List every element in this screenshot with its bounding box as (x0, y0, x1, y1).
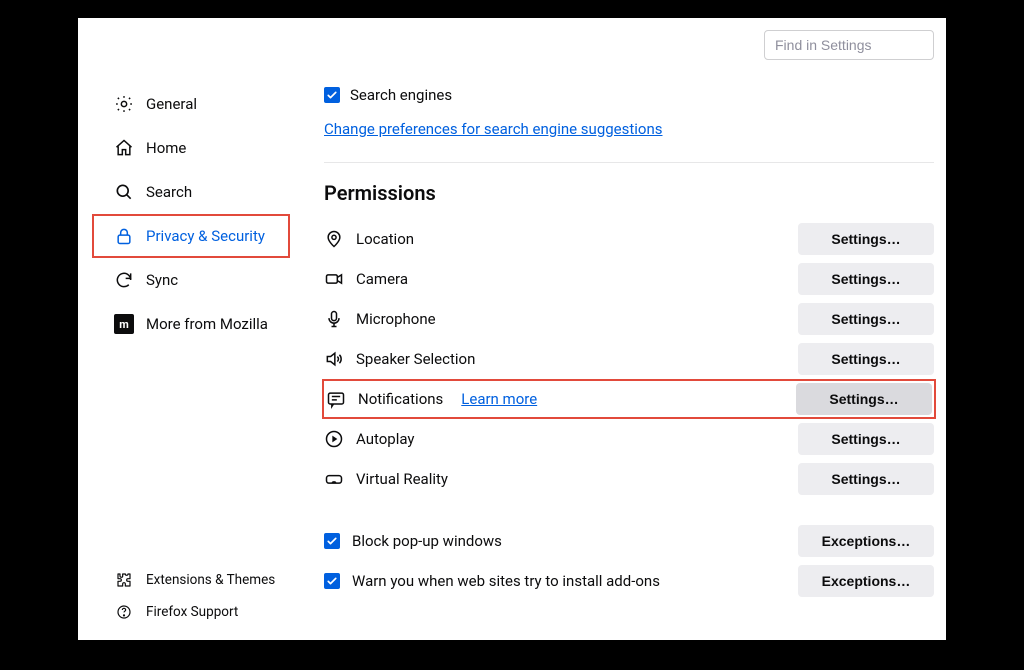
vr-icon (324, 469, 344, 489)
warn-install-label: Warn you when web sites try to install a… (352, 572, 660, 590)
sidebar-item-general[interactable]: General (78, 82, 302, 126)
permission-label: Camera (356, 270, 408, 288)
sidebar-item-label: Firefox Support (146, 604, 238, 620)
permissions-list: Location Settings… Camera Settings… (324, 219, 934, 601)
location-icon (324, 229, 344, 249)
permission-speaker: Speaker Selection Settings… (324, 339, 934, 379)
camera-settings-button[interactable]: Settings… (798, 263, 934, 295)
main-content: Search engines Change preferences for se… (302, 64, 946, 640)
permission-vr: Virtual Reality Settings… (324, 459, 934, 499)
sidebar-item-sync[interactable]: Sync (78, 258, 302, 302)
mozilla-icon: m (114, 314, 134, 334)
sidebar-list: General Home Sea (78, 82, 302, 556)
sidebar-item-label: Privacy & Security (146, 227, 265, 245)
permission-microphone: Microphone Settings… (324, 299, 934, 339)
permission-label: Microphone (356, 310, 436, 328)
speaker-icon (324, 349, 344, 369)
warn-install-row: Warn you when web sites try to install a… (324, 561, 934, 601)
help-icon (114, 602, 134, 622)
permission-label: Autoplay (356, 430, 415, 448)
permission-label: Virtual Reality (356, 470, 448, 488)
permission-autoplay: Autoplay Settings… (324, 419, 934, 459)
notifications-learn-more-link[interactable]: Learn more (461, 390, 537, 408)
search-engines-row: Search engines (324, 86, 934, 104)
notifications-icon (326, 389, 346, 409)
svg-text:m: m (119, 318, 129, 331)
sidebar-item-support[interactable]: Firefox Support (78, 596, 302, 628)
sidebar-item-label: Search (146, 183, 192, 201)
permission-location: Location Settings… (324, 219, 934, 259)
sidebar-item-label: Sync (146, 271, 178, 289)
block-popups-row: Block pop-up windows Exceptions… (324, 521, 934, 561)
notifications-settings-button[interactable]: Settings… (796, 383, 932, 415)
camera-icon (324, 269, 344, 289)
top-bar (78, 18, 946, 64)
lock-icon (114, 226, 134, 246)
search-input[interactable] (764, 30, 934, 60)
warn-install-exceptions-button[interactable]: Exceptions… (798, 565, 934, 597)
microphone-icon (324, 309, 344, 329)
search-engines-label: Search engines (350, 86, 452, 104)
block-popups-exceptions-button[interactable]: Exceptions… (798, 525, 934, 557)
sidebar-item-label: More from Mozilla (146, 315, 268, 333)
search-icon (114, 182, 134, 202)
sidebar-item-extensions[interactable]: Extensions & Themes (78, 564, 302, 596)
vr-settings-button[interactable]: Settings… (798, 463, 934, 495)
speaker-settings-button[interactable]: Settings… (798, 343, 934, 375)
settings-window: General Home Sea (78, 18, 946, 640)
block-popups-label: Block pop-up windows (352, 532, 502, 550)
puzzle-icon (114, 570, 134, 590)
sidebar-item-label: General (146, 95, 197, 113)
sidebar-item-label: Home (146, 139, 186, 157)
autoplay-settings-button[interactable]: Settings… (798, 423, 934, 455)
change-prefs-link[interactable]: Change preferences for search engine sug… (324, 120, 663, 138)
warn-install-checkbox[interactable] (324, 573, 340, 589)
permission-notifications: Notifications Learn more Settings… (322, 379, 936, 419)
sidebar-item-privacy[interactable]: Privacy & Security (92, 214, 290, 258)
permission-label: Location (356, 230, 414, 248)
search-engines-checkbox[interactable] (324, 87, 340, 103)
permission-label: Notifications (358, 390, 443, 408)
sidebar-item-home[interactable]: Home (78, 126, 302, 170)
permission-label: Speaker Selection (356, 350, 475, 368)
content-body: General Home Sea (78, 64, 946, 640)
sidebar-footer: Extensions & Themes Firefox Support (78, 556, 302, 640)
sidebar-item-search[interactable]: Search (78, 170, 302, 214)
permissions-heading: Permissions (324, 181, 934, 205)
section-separator (324, 162, 934, 163)
home-icon (114, 138, 134, 158)
sync-icon (114, 270, 134, 290)
permission-camera: Camera Settings… (324, 259, 934, 299)
microphone-settings-button[interactable]: Settings… (798, 303, 934, 335)
block-popups-checkbox[interactable] (324, 533, 340, 549)
sidebar-item-label: Extensions & Themes (146, 572, 275, 588)
autoplay-icon (324, 429, 344, 449)
gear-icon (114, 94, 134, 114)
location-settings-button[interactable]: Settings… (798, 223, 934, 255)
sidebar: General Home Sea (78, 64, 302, 640)
sidebar-item-mozilla[interactable]: m More from Mozilla (78, 302, 302, 346)
